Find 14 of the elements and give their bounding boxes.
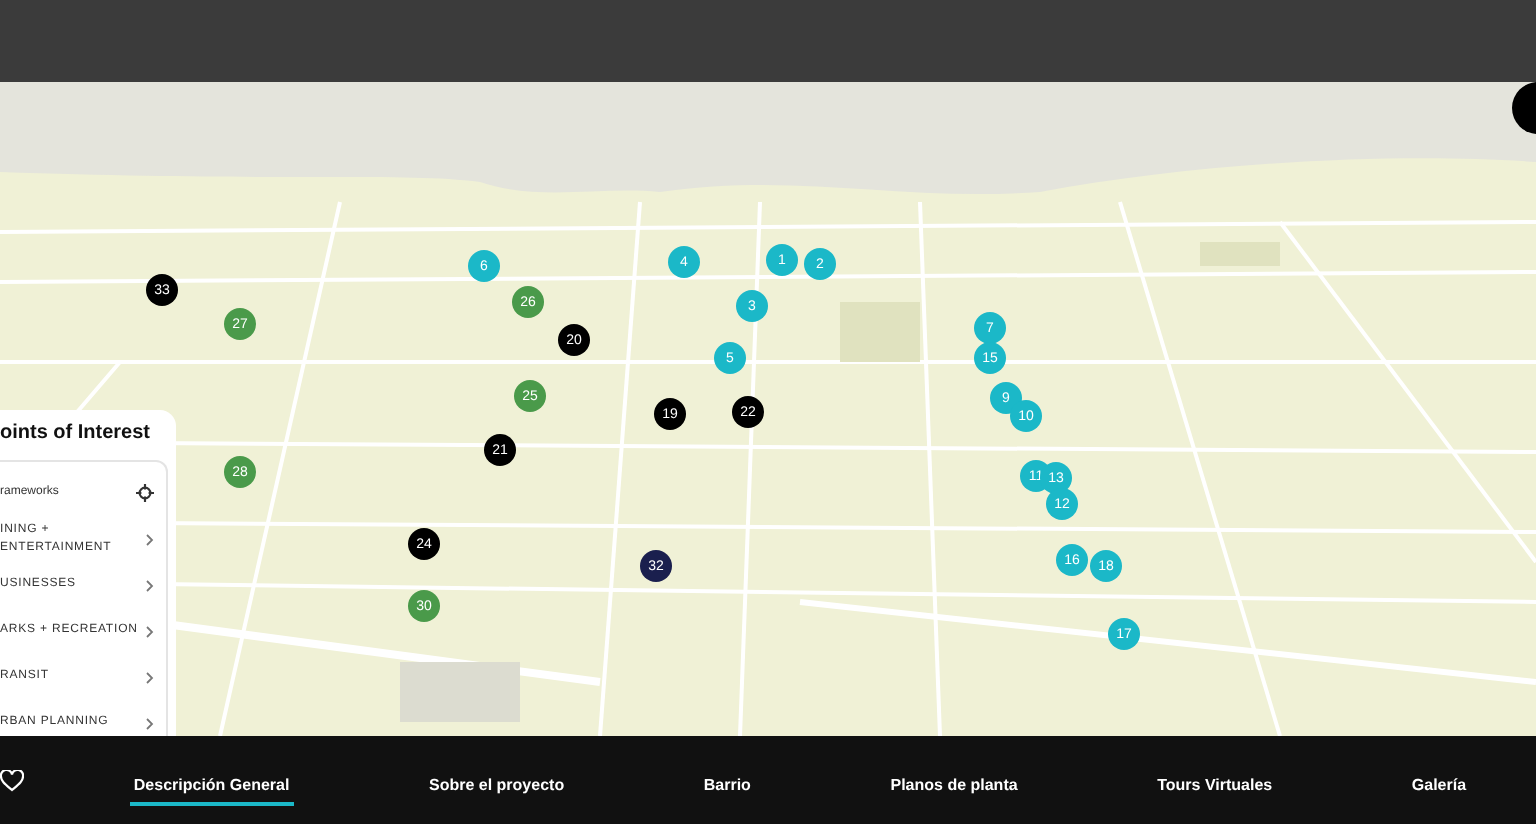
chevron-right-icon [146,717,154,729]
chevron-right-icon [146,579,154,591]
chevron-right-icon [146,625,154,637]
nav-tab[interactable]: Planos de planta [886,767,1022,805]
nav-tab[interactable]: Sobre el proyecto [425,767,569,805]
panel-title: oints of Interest [0,422,153,448]
chevron-right-icon [146,533,154,545]
nav-tab[interactable]: Descripción General [129,767,294,805]
heart-icon[interactable] [0,769,24,791]
nav-tab[interactable]: Barrio [699,767,755,805]
nav-tab[interactable]: Tours Virtuales [1153,767,1277,805]
chevron-right-icon [146,671,154,683]
crosshair-icon [136,484,154,502]
nav-tab[interactable]: Galería [1407,767,1471,805]
